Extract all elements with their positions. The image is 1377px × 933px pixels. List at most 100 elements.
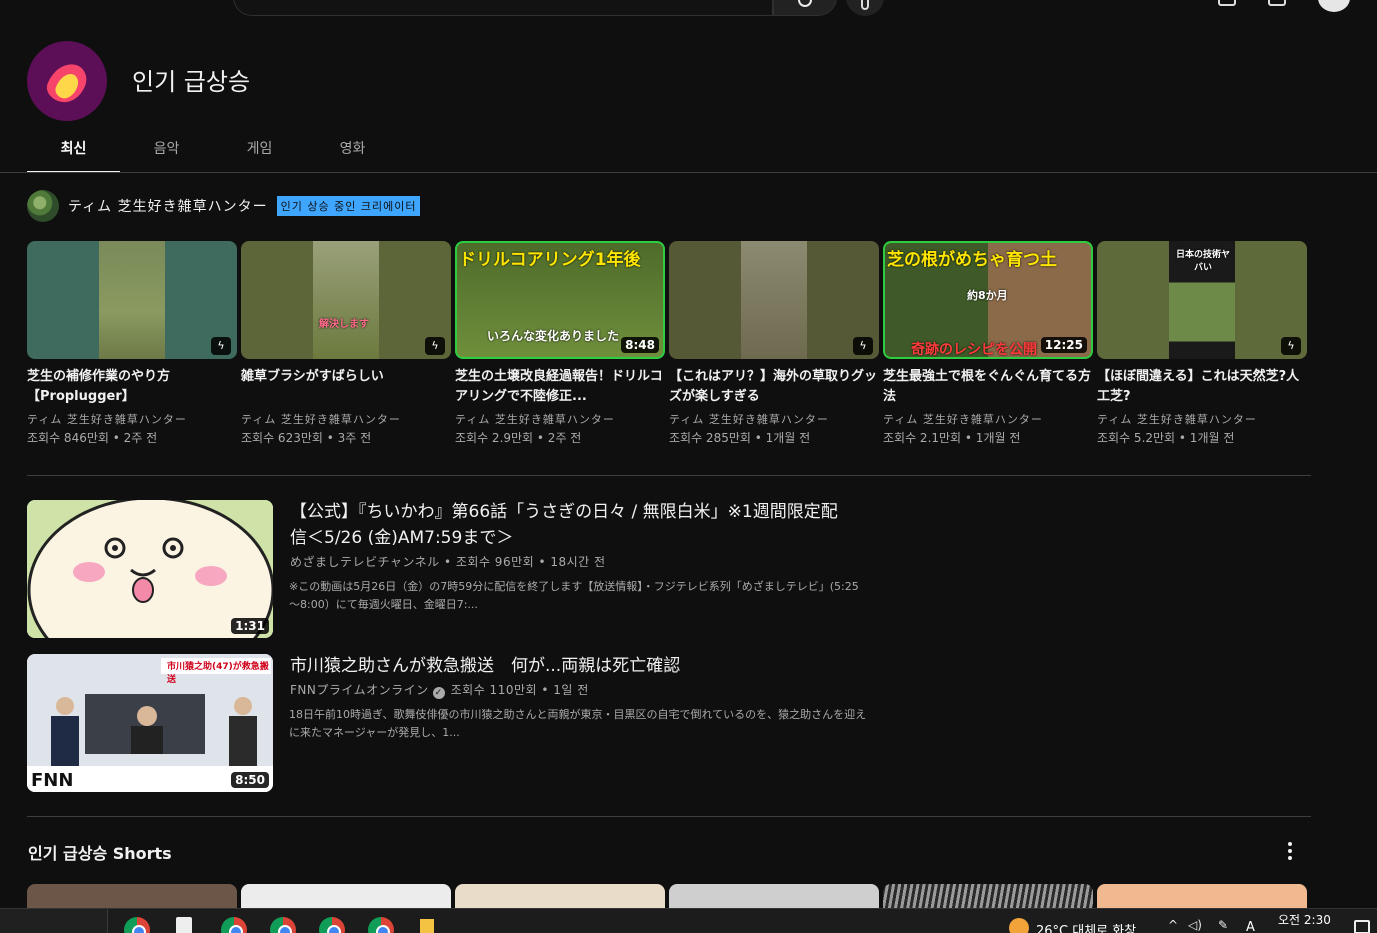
video-title[interactable]: 芝生最強土で根をぐんぐん育てる方法 bbox=[883, 367, 1093, 407]
video-meta: 조회수 285만회 • 1개월 전 bbox=[669, 431, 811, 445]
video-title[interactable]: 【これはアリ？】海外の草取りグッズが楽しすぎる bbox=[669, 367, 879, 407]
trending-logo bbox=[27, 41, 107, 121]
creator-badge: 인기 상승 중인 크리에이터 bbox=[276, 196, 421, 216]
tab-bar: 최신 음악 게임 영화 bbox=[27, 128, 399, 173]
video-card[interactable]: ドリルコアリング1年後 いろんな変化ありました 8:48 芝生の土壌改良経過報告… bbox=[455, 241, 665, 447]
video-channel[interactable]: FNNプライムオンライン bbox=[290, 683, 429, 697]
tab-latest[interactable]: 최신 bbox=[27, 128, 120, 173]
create-icon[interactable] bbox=[1218, 0, 1236, 6]
shorts-section-title: 인기 급상승 Shorts bbox=[28, 844, 172, 863]
video-duration: 8:50 bbox=[231, 772, 269, 788]
video-thumbnail[interactable]: ドリルコアリング1年後 いろんな変化ありました 8:48 bbox=[455, 241, 665, 359]
thumbnail-caption: 芝の根がめちゃ育つ土 bbox=[887, 250, 1057, 270]
video-duration: 8:48 bbox=[621, 337, 659, 353]
thumbnail-caption: 解決します bbox=[319, 319, 369, 330]
video-channel[interactable]: ティム 芝生好き雑草ハンター bbox=[669, 411, 879, 429]
clock-time[interactable]: 오전 2:30 bbox=[1278, 911, 1331, 928]
shorts-icon: ϟ bbox=[425, 337, 445, 355]
thumbnail-caption: 約8か月 bbox=[967, 289, 1008, 302]
thumbnail-caption: ドリルコアリング1年後 bbox=[459, 250, 641, 270]
video-thumbnail[interactable]: 日本の技術ヤバい ϟ bbox=[1097, 241, 1307, 359]
video-thumbnail[interactable]: 芝の根がめちゃ育つ土 約8か月 奇跡のレシピを公開 12:25 bbox=[883, 241, 1093, 359]
voice-search-button[interactable] bbox=[846, 0, 884, 16]
video-title[interactable]: 【公式】『ちいかわ』第66話「うさぎの日々 / 無限白米」※1週間限定配信＜5/… bbox=[290, 499, 850, 551]
weather-icon[interactable] bbox=[1009, 918, 1029, 933]
avatar[interactable] bbox=[1318, 0, 1350, 12]
video-card[interactable]: 解決します ϟ 雑草ブラシがすばらしい ティム 芝生好き雑草ハンター 조회수 6… bbox=[241, 241, 451, 447]
chrome-icon[interactable] bbox=[319, 917, 345, 933]
video-meta: 조회수 2.9만회 • 2주 전 bbox=[455, 431, 582, 445]
video-channel-meta: めざましテレビチャンネル • 조회수 96만회 • 18시간 전 bbox=[290, 555, 606, 569]
video-thumbnail[interactable]: 1:31 bbox=[27, 500, 273, 638]
weather-text[interactable]: 26°C 대체로 화창 bbox=[1036, 920, 1136, 933]
more-options-icon[interactable] bbox=[1282, 840, 1298, 862]
chrome-icon[interactable] bbox=[270, 917, 296, 933]
shorts-icon: ϟ bbox=[853, 337, 873, 355]
video-thumbnail[interactable]: ϟ bbox=[27, 241, 237, 359]
video-card[interactable]: ϟ 芝生の補修作業のやり方【Proplugger】 ティム 芝生好き雑草ハンター… bbox=[27, 241, 237, 447]
tab-gaming[interactable]: 게임 bbox=[213, 128, 306, 173]
video-channel[interactable]: ティム 芝生好き雑草ハンター bbox=[1097, 411, 1307, 429]
video-duration: 12:25 bbox=[1040, 337, 1087, 353]
page-title: 인기 급상승 bbox=[132, 68, 251, 96]
notification-center-icon[interactable] bbox=[1354, 920, 1370, 933]
video-title[interactable]: 市川猿之助さんが救急搬送 何が...両親は死亡確認 bbox=[290, 653, 850, 679]
video-meta: 조회수 623만회 • 3주 전 bbox=[241, 431, 372, 445]
mic-icon bbox=[861, 0, 869, 10]
top-bar bbox=[0, 0, 1377, 20]
thumbnail-caption: 奇跡のレシピを公開 bbox=[911, 342, 1037, 358]
tab-music[interactable]: 음악 bbox=[120, 128, 213, 173]
section-divider bbox=[27, 475, 1311, 476]
video-card[interactable]: 芝の根がめちゃ育つ土 約8か月 奇跡のレシピを公開 12:25 芝生最強土で根を… bbox=[883, 241, 1093, 447]
video-card[interactable]: 日本の技術ヤバい ϟ 【ほぼ間違える】これは天然芝?人工芝? ティム 芝生好き雑… bbox=[1097, 241, 1307, 447]
video-channel[interactable]: めざましテレビチャンネル bbox=[290, 555, 440, 569]
verified-icon: ✓ bbox=[432, 687, 445, 699]
search-input[interactable] bbox=[233, 0, 773, 16]
creator-row: ティム 芝生好き雑草ハンター 인기 상승 중인 크리에이터 bbox=[27, 190, 421, 222]
video-card[interactable]: ϟ 【これはアリ？】海外の草取りグッズが楽しすぎる ティム 芝生好き雑草ハンター… bbox=[669, 241, 879, 447]
thumbnail-caption: 市川猿之助(47)が救急搬送 bbox=[167, 662, 269, 685]
fnn-logo: FNN bbox=[31, 770, 74, 791]
video-title[interactable]: 芝生の補修作業のやり方【Proplugger】 bbox=[27, 367, 237, 407]
folder-icon[interactable] bbox=[420, 919, 434, 933]
chrome-icon[interactable] bbox=[221, 917, 247, 933]
video-channel-meta: FNNプライムオンライン ✓ 조회수 110만회 • 1일 전 bbox=[290, 681, 589, 699]
video-thumbnail[interactable]: ϟ bbox=[669, 241, 879, 359]
tabs-divider bbox=[0, 172, 1377, 173]
video-thumbnail[interactable]: 市川猿之助(47)が救急搬送 FNN 8:50 bbox=[27, 654, 273, 792]
video-title[interactable]: 【ほぼ間違える】これは天然芝?人工芝? bbox=[1097, 367, 1307, 407]
chrome-icon[interactable] bbox=[124, 917, 150, 933]
video-duration: 1:31 bbox=[231, 618, 269, 634]
search-button[interactable] bbox=[773, 0, 837, 16]
os-taskbar: 26°C 대체로 화창 ^ ◁) ✎ A 오전 2:30 bbox=[0, 908, 1377, 933]
taskbar-start-area[interactable] bbox=[0, 909, 108, 933]
creator-name[interactable]: ティム 芝生好き雑草ハンター bbox=[68, 196, 268, 216]
video-meta: 조회수 5.2만회 • 1개월 전 bbox=[1097, 431, 1235, 445]
tab-movies[interactable]: 영화 bbox=[306, 128, 399, 173]
video-meta: 조회수 96만회 • 18시간 전 bbox=[455, 555, 606, 569]
video-thumbnail[interactable]: 解決します ϟ bbox=[241, 241, 451, 359]
volume-icon[interactable]: ◁) bbox=[1188, 918, 1202, 932]
thumbnail-caption: いろんな変化ありました bbox=[487, 329, 620, 343]
flame-icon bbox=[45, 57, 89, 105]
video-description: ※この動画は5月26日（金）の7時59分に配信を終了します【放送情報】・フジテレ… bbox=[289, 580, 859, 611]
video-channel[interactable]: ティム 芝生好き雑草ハンター bbox=[27, 411, 237, 429]
chevron-up-icon[interactable]: ^ bbox=[1168, 918, 1178, 932]
video-description: 18日午前10時過ぎ、歌舞伎俳優の市川猿之助さんと両親が東京・目黒区の自宅で倒れ… bbox=[289, 708, 867, 739]
video-channel[interactable]: ティム 芝生好き雑草ハンター bbox=[883, 411, 1093, 429]
notifications-icon[interactable] bbox=[1268, 0, 1286, 6]
chrome-icon[interactable] bbox=[368, 917, 394, 933]
pen-icon[interactable]: ✎ bbox=[1218, 918, 1228, 932]
video-channel[interactable]: ティム 芝生好き雑草ハンター bbox=[455, 411, 665, 429]
video-title[interactable]: 雑草ブラシがすばらしい bbox=[241, 367, 451, 407]
file-icon[interactable] bbox=[176, 917, 192, 933]
thumbnail-caption: 日本の技術ヤバい bbox=[1175, 250, 1230, 273]
video-meta: 조회수 846만회 • 2주 전 bbox=[27, 431, 158, 445]
video-meta: 조회수 2.1만회 • 1개월 전 bbox=[883, 431, 1021, 445]
shorts-icon: ϟ bbox=[1281, 337, 1301, 355]
video-channel[interactable]: ティム 芝生好き雑草ハンター bbox=[241, 411, 451, 429]
search-icon bbox=[798, 0, 812, 7]
creator-avatar[interactable] bbox=[27, 190, 59, 222]
ime-indicator[interactable]: A bbox=[1246, 920, 1255, 933]
video-title[interactable]: 芝生の土壌改良経過報告！ドリルコアリングで不陸修正... bbox=[455, 367, 665, 407]
